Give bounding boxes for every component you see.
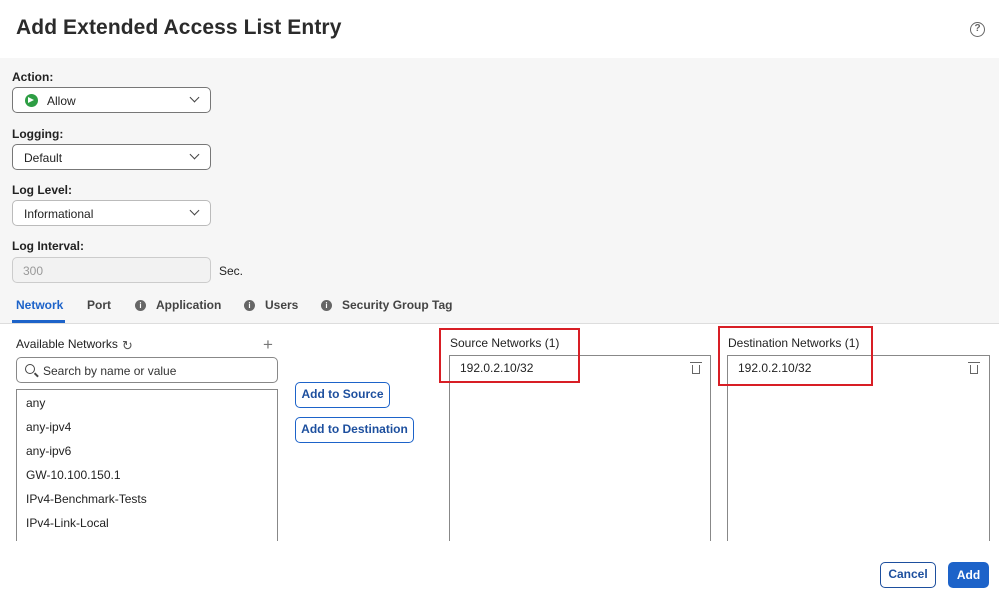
search-placeholder: Search by name or value <box>43 364 177 378</box>
action-value: Allow <box>47 94 76 108</box>
add-to-source-button[interactable]: Add to Source <box>295 382 390 408</box>
tab-security-group-tag[interactable]: Security Group Tag <box>342 298 452 312</box>
action-select[interactable]: Allow <box>12 87 211 113</box>
trash-icon[interactable] <box>690 362 702 374</box>
plus-icon[interactable]: + <box>263 335 273 355</box>
help-icon[interactable]: ? <box>970 22 985 37</box>
tab-network[interactable]: Network <box>16 298 63 312</box>
chevron-down-icon <box>189 205 200 216</box>
chevron-down-icon <box>189 149 200 160</box>
info-icon: i <box>135 300 146 311</box>
log-level-label: Log Level: <box>12 183 73 197</box>
search-input[interactable]: Search by name or value <box>16 357 278 383</box>
info-icon: i <box>244 300 255 311</box>
logging-value: Default <box>24 151 63 165</box>
log-level-select[interactable]: Informational <box>12 200 211 226</box>
add-button[interactable]: Add <box>948 562 989 588</box>
action-label: Action: <box>12 70 54 84</box>
log-interval-input[interactable]: 300 <box>12 257 211 283</box>
tab-application[interactable]: Application <box>156 298 221 312</box>
list-item[interactable]: GW-10.100.150.1 <box>26 468 121 482</box>
search-icon <box>25 364 35 374</box>
add-to-destination-button[interactable]: Add to Destination <box>295 417 414 443</box>
log-interval-unit: Sec. <box>219 264 244 278</box>
info-icon: i <box>321 300 332 311</box>
log-interval-label: Log Interval: <box>12 239 85 253</box>
available-networks-title: Available Networks <box>16 337 118 351</box>
logging-select[interactable]: Default <box>12 144 211 170</box>
tab-port[interactable]: Port <box>87 298 111 312</box>
dialog-title: Add Extended Access List Entry <box>16 16 342 39</box>
log-level-value: Informational <box>24 207 94 221</box>
tabs-divider <box>0 323 999 324</box>
chevron-down-icon <box>189 92 200 103</box>
list-item[interactable]: IPv4-Benchmark-Tests <box>26 492 147 506</box>
destination-highlight-box <box>718 326 873 386</box>
allow-arrow-icon <box>25 94 38 107</box>
list-item[interactable]: IPv4-Link-Local <box>26 516 109 530</box>
logging-label: Logging: <box>12 127 64 141</box>
cancel-button[interactable]: Cancel <box>880 562 936 588</box>
dialog-header: Add Extended Access List Entry ? <box>0 0 999 58</box>
refresh-icon[interactable]: ↻ <box>122 338 133 354</box>
trash-icon[interactable] <box>968 362 980 374</box>
tab-users[interactable]: Users <box>265 298 298 312</box>
list-item[interactable]: any-ipv6 <box>26 444 71 458</box>
list-item[interactable]: any <box>26 396 45 410</box>
source-highlight-box <box>439 328 580 383</box>
available-networks-list: any any-ipv4 any-ipv6 GW-10.100.150.1 IP… <box>16 389 278 541</box>
list-item[interactable]: any-ipv4 <box>26 420 71 434</box>
